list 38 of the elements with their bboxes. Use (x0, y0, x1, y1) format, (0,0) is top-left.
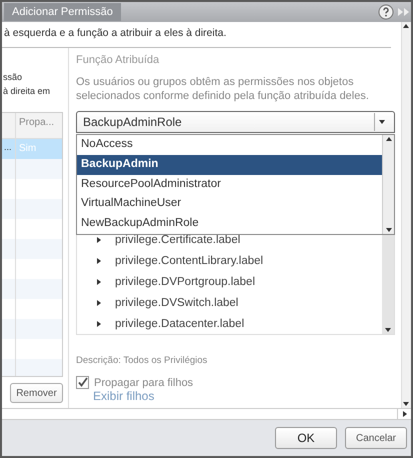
scroll-right-icon[interactable] (400, 410, 408, 418)
tree-item[interactable]: privilege.ContentLibrary.label (77, 250, 382, 272)
help-icon[interactable] (378, 4, 394, 20)
role-dropdown[interactable]: BackupAdminRole (76, 111, 395, 133)
table-cell: ... (4, 142, 12, 152)
scroll-up-icon[interactable] (384, 135, 392, 143)
description-text: Os usuários ou grupos obtêm as permissões nos objetos selecionados conforme definido pela função atribuída deles. (76, 75, 370, 103)
checkbox[interactable] (76, 376, 89, 389)
dropdown-option[interactable]: ResourcePoolAdministrator (77, 174, 382, 194)
tree-item[interactable]: privilege.DVSwitch.label (77, 292, 382, 314)
dropdown-option[interactable]: VirtualMachineUser (77, 194, 382, 214)
scrollbar[interactable] (382, 135, 394, 234)
checkbox-label: Propagar para filhos (94, 376, 194, 388)
expand-arrow-icon[interactable] (95, 236, 103, 244)
expand-arrow-icon[interactable] (95, 257, 103, 266)
table-cell: Sim (19, 143, 36, 154)
description-text: Descrição: Todos os Privilégios (76, 355, 208, 366)
dialog-button[interactable]: OK (275, 427, 337, 449)
dropdown-option[interactable]: NoAccess (77, 135, 382, 155)
dialog-button[interactable]: Cancelar (345, 427, 407, 449)
description-text: ssão (2, 72, 24, 84)
scroll-down-icon[interactable] (384, 326, 392, 334)
scrollbar[interactable] (401, 22, 411, 408)
dropdown-option[interactable]: BackupAdmin (77, 154, 382, 175)
table-row[interactable]: ... Sim (2, 139, 62, 159)
expand-arrow-icon[interactable] (95, 278, 103, 286)
dropdown-arrow-icon (378, 118, 386, 126)
tree-item[interactable]: privilege.DVPortgroup.label (77, 272, 382, 292)
window-title: Adicionar Permissão (4, 3, 121, 21)
remove-button[interactable]: Remover (10, 383, 63, 403)
tree-item[interactable]: privilege.Datacenter.label (77, 313, 382, 334)
expand-arrow-icon[interactable] (95, 320, 103, 328)
scrollbar[interactable] (2, 408, 411, 420)
scroll-down-icon[interactable] (384, 226, 392, 234)
instruction-text: à esquerda e a função a atribuir a eles à direita. (2, 22, 391, 48)
section-heading: Função Atribuída (76, 54, 160, 66)
expand-arrow-icon[interactable] (95, 298, 103, 307)
description-text: à direita em (2, 86, 52, 98)
